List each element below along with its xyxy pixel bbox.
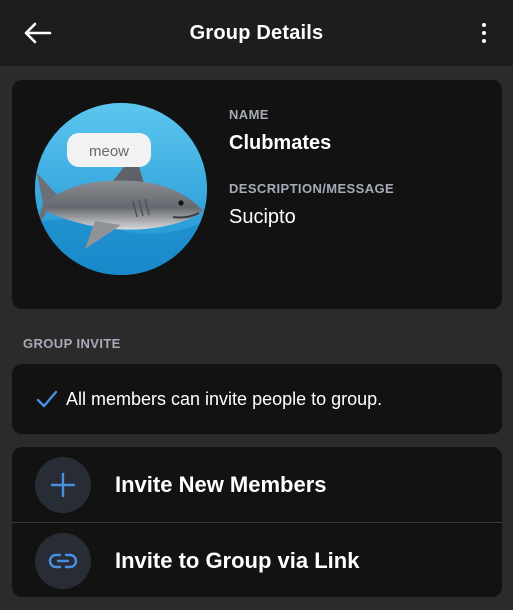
group-avatar[interactable]: meow bbox=[35, 103, 207, 275]
checkmark-icon bbox=[36, 388, 58, 410]
shark-avatar-image: meow bbox=[35, 103, 207, 275]
kebab-dot bbox=[482, 39, 486, 43]
plus-icon bbox=[35, 456, 91, 513]
invite-via-link-label: Invite to Group via Link bbox=[115, 547, 360, 573]
name-label: NAME bbox=[229, 107, 269, 122]
invite-via-link-button[interactable]: Invite to Group via Link bbox=[12, 523, 502, 597]
group-name: Clubmates bbox=[229, 132, 332, 154]
more-options-button[interactable] bbox=[477, 18, 491, 48]
link-icon bbox=[35, 532, 91, 589]
description-label: DESCRIPTION/MESSAGE bbox=[229, 181, 395, 196]
kebab-dot bbox=[482, 23, 486, 27]
invite-new-members-button[interactable]: Invite New Members bbox=[12, 447, 502, 522]
page-title: Group Details bbox=[189, 22, 324, 44]
invite-permission-card[interactable]: All members can invite people to group. bbox=[12, 364, 502, 434]
app-bar: Group Details bbox=[0, 0, 513, 66]
invite-new-members-label: Invite New Members bbox=[115, 471, 327, 497]
group-description: Sucipto bbox=[229, 206, 296, 228]
kebab-dot bbox=[482, 31, 486, 35]
invite-actions-card: Invite New Members Invite to Group via L… bbox=[12, 447, 502, 597]
invite-permission-text: All members can invite people to group. bbox=[66, 388, 383, 409]
avatar-caption: meow bbox=[89, 143, 129, 160]
group-invite-header: GROUP INVITE bbox=[23, 336, 121, 351]
group-info-card: meow NAME Clubmates DESCRIPTION/MESSAGE … bbox=[12, 80, 502, 309]
